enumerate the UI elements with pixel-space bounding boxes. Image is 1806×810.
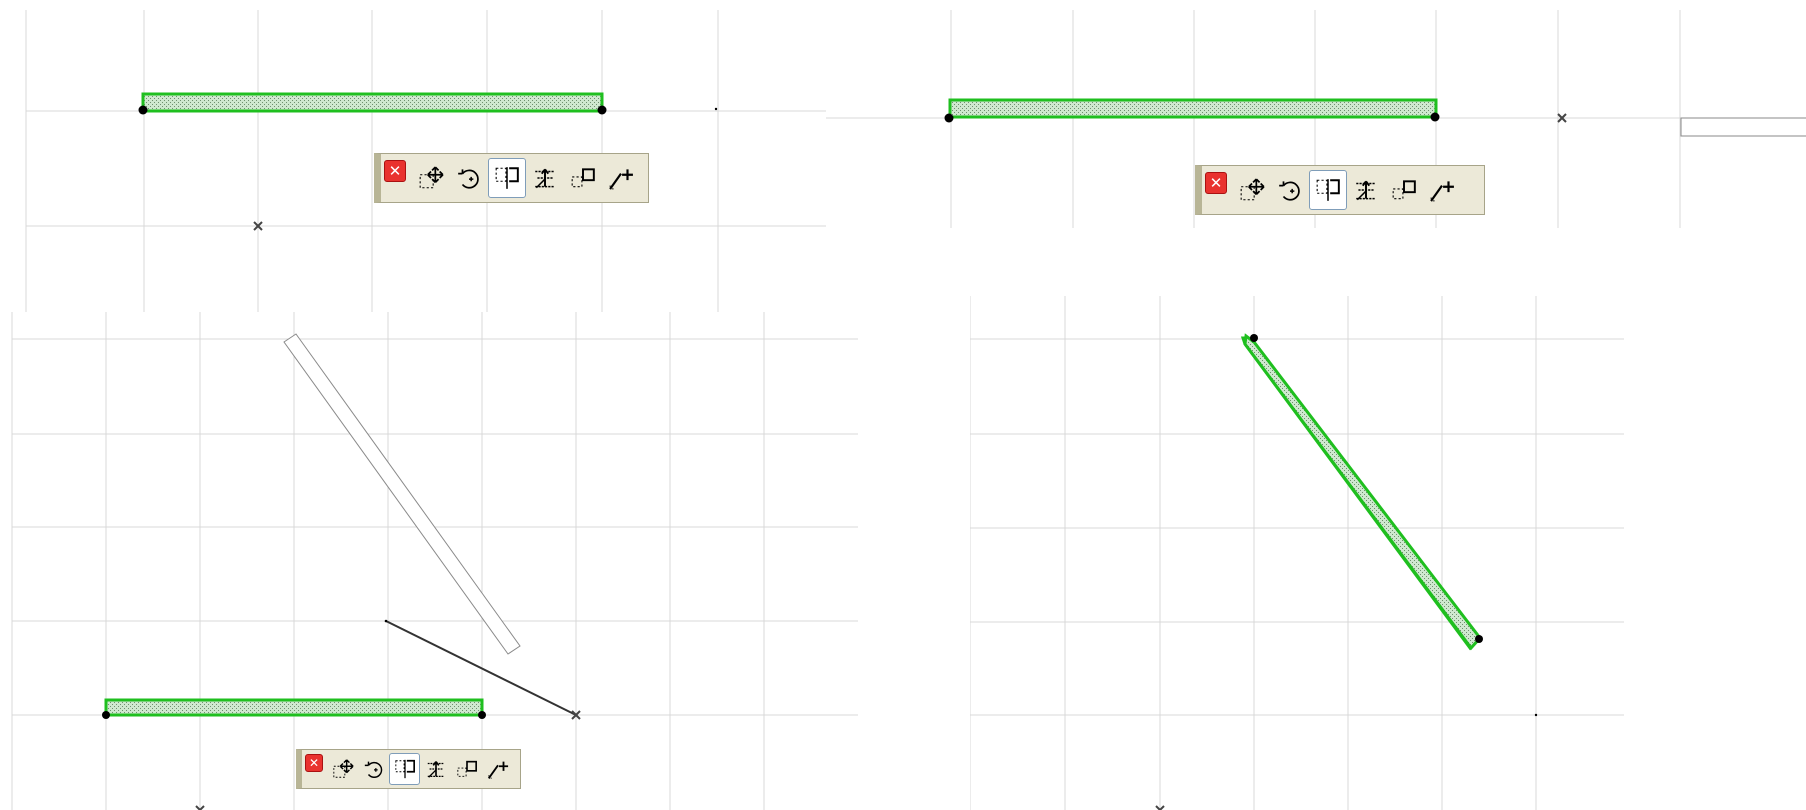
wall-endpoint — [102, 711, 110, 719]
elevate-button[interactable] — [526, 158, 564, 198]
rotate-button[interactable] — [1271, 170, 1309, 210]
close-icon: ✕ — [1209, 173, 1223, 192]
elevate-button[interactable] — [420, 753, 451, 785]
close-icon: ✕ — [308, 756, 320, 770]
wall-endpoint — [138, 105, 148, 115]
wall-endpoint — [1430, 112, 1440, 122]
stretch-button[interactable] — [1423, 170, 1461, 210]
drag-button[interactable] — [327, 753, 358, 785]
rotate-icon — [1277, 177, 1303, 203]
multiply-button[interactable] — [564, 158, 602, 198]
wall-preview-rotated — [283, 333, 521, 655]
wall-selected — [141, 92, 604, 113]
wall-endpoint — [597, 105, 607, 115]
drag-button[interactable] — [412, 158, 450, 198]
grid-lines — [11, 312, 858, 810]
snap-dot — [714, 107, 718, 111]
mirror-button[interactable] — [1309, 170, 1347, 210]
stretch-icon — [1429, 177, 1455, 203]
wall-selected — [948, 98, 1438, 119]
grid-lines — [970, 296, 1624, 810]
mirror-icon — [494, 165, 520, 191]
close-icon: ✕ — [388, 161, 402, 180]
rotate-button[interactable] — [358, 753, 389, 785]
pet-palette: ✕ — [1195, 165, 1485, 215]
drag-icon — [332, 758, 354, 780]
grid-canvas — [11, 312, 858, 810]
elevate-icon — [425, 758, 447, 780]
multiply-button[interactable] — [451, 753, 482, 785]
wall-endpoint — [944, 113, 954, 123]
mirror-button[interactable] — [389, 753, 420, 785]
wall-rotated-body — [1243, 333, 1482, 651]
wall-preview — [1680, 117, 1806, 137]
drag-icon — [1239, 177, 1265, 203]
wall-endpoint — [1475, 635, 1483, 643]
mirror-icon — [394, 758, 416, 780]
multiply-icon — [456, 758, 478, 780]
rotate-icon — [456, 165, 482, 191]
stretch-button[interactable] — [482, 753, 513, 785]
stretch-button[interactable] — [602, 158, 640, 198]
view-panel-top-left[interactable]: ✕ — [0, 0, 830, 312]
stretch-icon — [487, 758, 509, 780]
rotation-center — [384, 619, 388, 623]
grid-canvas — [970, 296, 1624, 810]
view-panel-bottom-left[interactable]: ✕ — [0, 312, 860, 810]
close-button[interactable]: ✕ — [305, 754, 323, 772]
mirror-button[interactable] — [488, 158, 526, 198]
elevate-icon — [1353, 177, 1379, 203]
view-panel-bottom-right[interactable] — [970, 296, 1626, 810]
wall-endpoint — [1250, 334, 1258, 342]
wall-endpoint — [478, 711, 486, 719]
drag-icon — [418, 165, 444, 191]
drag-button[interactable] — [1233, 170, 1271, 210]
multiply-icon — [1391, 177, 1417, 203]
snap-dot — [1534, 713, 1538, 717]
pet-palette: ✕ — [296, 749, 521, 789]
rotate-icon — [363, 758, 385, 780]
multiply-button[interactable] — [1385, 170, 1423, 210]
stretch-icon — [608, 165, 634, 191]
multiply-icon — [570, 165, 596, 191]
elevate-button[interactable] — [1347, 170, 1385, 210]
view-panel-top-right[interactable]: ✕ — [826, 0, 1806, 230]
rotate-button[interactable] — [450, 158, 488, 198]
wall-selected — [104, 698, 484, 717]
pet-palette: ✕ — [374, 153, 649, 203]
close-button[interactable]: ✕ — [1205, 172, 1227, 194]
mirror-icon — [1315, 177, 1341, 203]
elevate-icon — [532, 165, 558, 191]
close-button[interactable]: ✕ — [384, 160, 406, 182]
